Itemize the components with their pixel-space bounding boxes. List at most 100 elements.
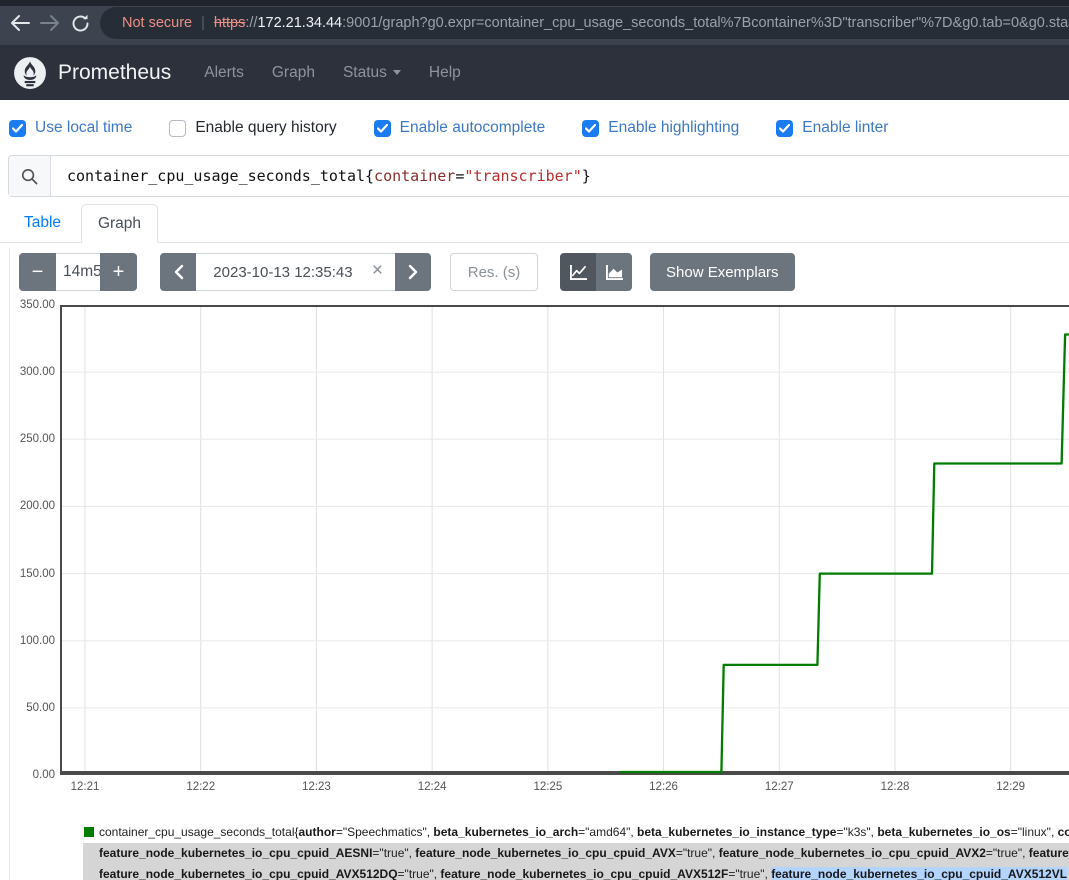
browser-forward-button[interactable] bbox=[36, 9, 64, 37]
stacked-chart-icon bbox=[605, 264, 624, 281]
browser-back-button[interactable] bbox=[6, 9, 34, 37]
search-icon bbox=[20, 167, 39, 186]
legend-label-value: ="Speechmatics", bbox=[336, 825, 434, 839]
stacked-chart-toggle-button[interactable] bbox=[596, 253, 632, 291]
url-host: 172.21.34.44 bbox=[257, 15, 342, 31]
option-enable-linter[interactable]: Enable linter bbox=[776, 119, 888, 137]
chevron-right-icon bbox=[408, 264, 419, 280]
tab-table[interactable]: Table bbox=[24, 214, 61, 232]
checkbox-unchecked-icon[interactable] bbox=[169, 120, 186, 137]
datetime-input[interactable] bbox=[196, 264, 370, 281]
resolution-input[interactable] bbox=[450, 253, 538, 291]
graph-controls: − + × Show Exemplars bbox=[0, 253, 1069, 291]
expression-token: container bbox=[374, 167, 455, 185]
duration-input[interactable] bbox=[56, 253, 100, 291]
x-axis-tick-label: 12:23 bbox=[284, 780, 348, 794]
expression-token: container_cpu_usage_seconds_total{ bbox=[67, 167, 374, 185]
legend-label-name: feature_node_kubernetes_io_cpu_cpuid_AVX… bbox=[99, 867, 398, 880]
decrease-duration-button[interactable]: − bbox=[19, 253, 56, 291]
expression-input-group: container_cpu_usage_seconds_total{contai… bbox=[8, 155, 1069, 197]
cpu-usage-graph[interactable] bbox=[60, 305, 1069, 775]
clear-datetime-icon[interactable]: × bbox=[370, 260, 395, 284]
chevron-left-icon bbox=[173, 264, 184, 280]
legend-label-name: feature_node_kubernetes_io_cpu_cpuid_AES… bbox=[99, 846, 372, 860]
legend-series-row-line-3[interactable]: feature_node_kubernetes_io_cpu_cpuid_AVX… bbox=[83, 864, 1069, 880]
legend-label-name: author bbox=[299, 825, 336, 839]
option-use-local-time[interactable]: Use local time bbox=[9, 119, 132, 137]
duration-stepper: − + bbox=[19, 253, 137, 291]
legend-label-value: container_cpu_usage_seconds_total{ bbox=[99, 825, 299, 839]
nav-link-graph[interactable]: Graph bbox=[272, 64, 315, 82]
x-axis-tick-label: 12:29 bbox=[979, 780, 1043, 794]
navbar-links: Alerts Graph Status Help bbox=[176, 64, 461, 82]
forward-arrow-icon bbox=[39, 12, 61, 34]
option-enable-query-history[interactable]: Enable query history bbox=[169, 119, 336, 137]
x-axis-tick-label: 12:25 bbox=[516, 780, 580, 794]
x-axis-tick-label: 12:22 bbox=[169, 780, 233, 794]
search-addon bbox=[9, 156, 51, 196]
nav-link-status[interactable]: Status bbox=[343, 64, 401, 82]
y-axis-tick-label: 100.00 bbox=[5, 634, 55, 648]
reload-icon bbox=[70, 13, 91, 34]
option-enable-highlighting[interactable]: Enable highlighting bbox=[582, 119, 739, 137]
y-axis-tick-label: 0.00 bbox=[5, 768, 55, 782]
x-axis-tick-label: 12:21 bbox=[53, 780, 117, 794]
y-axis-tick-label: 200.00 bbox=[5, 499, 55, 513]
legend-label-name: container bbox=[1058, 825, 1069, 839]
option-label: Enable autocomplete bbox=[400, 119, 546, 137]
browser-tabstrip-edge bbox=[0, 0, 1069, 6]
nav-link-alerts[interactable]: Alerts bbox=[204, 64, 244, 82]
prometheus-logo-icon bbox=[13, 56, 47, 90]
expression-input[interactable]: container_cpu_usage_seconds_total{contai… bbox=[51, 156, 1069, 196]
checkbox-checked-icon[interactable] bbox=[582, 120, 599, 137]
line-chart-toggle-button[interactable] bbox=[560, 253, 596, 291]
legend-label-value: ="true", bbox=[986, 846, 1029, 860]
legend-label-name: feature_node_kubernetes_io_cpu_cpuid_AVX… bbox=[440, 867, 728, 880]
y-axis-tick-label: 50.00 bbox=[5, 701, 55, 715]
x-axis-tick-label: 12:28 bbox=[863, 780, 927, 794]
legend-label-name: beta_kubernetes_io_os bbox=[877, 825, 1010, 839]
datetime-input-box: × bbox=[196, 253, 395, 291]
legend-label-value: ="linux", bbox=[1011, 825, 1058, 839]
legend-series-row-line-2[interactable]: feature_node_kubernetes_io_cpu_cpuid_AES… bbox=[83, 843, 1069, 864]
option-label: Enable highlighting bbox=[608, 119, 739, 137]
brand-title[interactable]: Prometheus bbox=[58, 61, 171, 85]
legend-label-name: feature_node_kubernetes_io_cpu_cpuid_AVX… bbox=[1029, 846, 1069, 860]
checkbox-checked-icon[interactable] bbox=[9, 120, 26, 137]
tab-graph[interactable]: Graph bbox=[81, 204, 158, 243]
browser-reload-button[interactable] bbox=[66, 9, 94, 37]
checkbox-checked-icon[interactable] bbox=[374, 120, 391, 137]
chart-type-toggle bbox=[560, 253, 632, 291]
back-arrow-icon bbox=[9, 12, 31, 34]
option-enable-autocomplete[interactable]: Enable autocomplete bbox=[374, 119, 546, 137]
address-bar[interactable]: Not secure | https://172.21.34.44:9001/g… bbox=[100, 7, 1069, 39]
panel-left-border bbox=[9, 248, 10, 880]
previous-time-button[interactable] bbox=[160, 253, 196, 291]
y-axis-tick-label: 250.00 bbox=[5, 432, 55, 446]
legend-label-name: beta_kubernetes_io_arch bbox=[433, 825, 578, 839]
legend-label-value: ="true", bbox=[676, 846, 719, 860]
expression-token: = bbox=[455, 167, 464, 185]
panel-tabs: Table Graph bbox=[0, 204, 1069, 243]
legend-label-value: ="k3s", bbox=[836, 825, 877, 839]
y-axis-tick-label: 150.00 bbox=[5, 567, 55, 581]
nav-link-help[interactable]: Help bbox=[429, 64, 461, 82]
option-label: Enable linter bbox=[802, 119, 888, 137]
datetime-picker: × bbox=[160, 253, 431, 291]
legend-label-value: ="true", bbox=[398, 867, 441, 880]
show-exemplars-button[interactable]: Show Exemplars bbox=[650, 253, 795, 291]
legend-series-row-line-1[interactable]: container_cpu_usage_seconds_total{author… bbox=[84, 822, 1069, 843]
line-chart-icon bbox=[569, 264, 588, 281]
prometheus-graph-page: { "browser": { "not_secure": "Not secure… bbox=[0, 0, 1069, 880]
option-label: Enable query history bbox=[195, 119, 336, 137]
series-line bbox=[620, 335, 1069, 773]
increase-duration-button[interactable]: + bbox=[100, 253, 137, 291]
legend-label-name: beta_kubernetes_io_instance_type bbox=[637, 825, 836, 839]
query-options-row: Use local time Enable query history Enable… bbox=[9, 113, 925, 143]
legend-swatch bbox=[84, 827, 94, 837]
not-secure-label: Not secure bbox=[122, 15, 192, 31]
next-time-button[interactable] bbox=[395, 253, 431, 291]
x-axis-tick-label: 12:27 bbox=[747, 780, 811, 794]
prometheus-navbar: Prometheus Alerts Graph Status Help bbox=[0, 45, 1069, 100]
checkbox-checked-icon[interactable] bbox=[776, 120, 793, 137]
